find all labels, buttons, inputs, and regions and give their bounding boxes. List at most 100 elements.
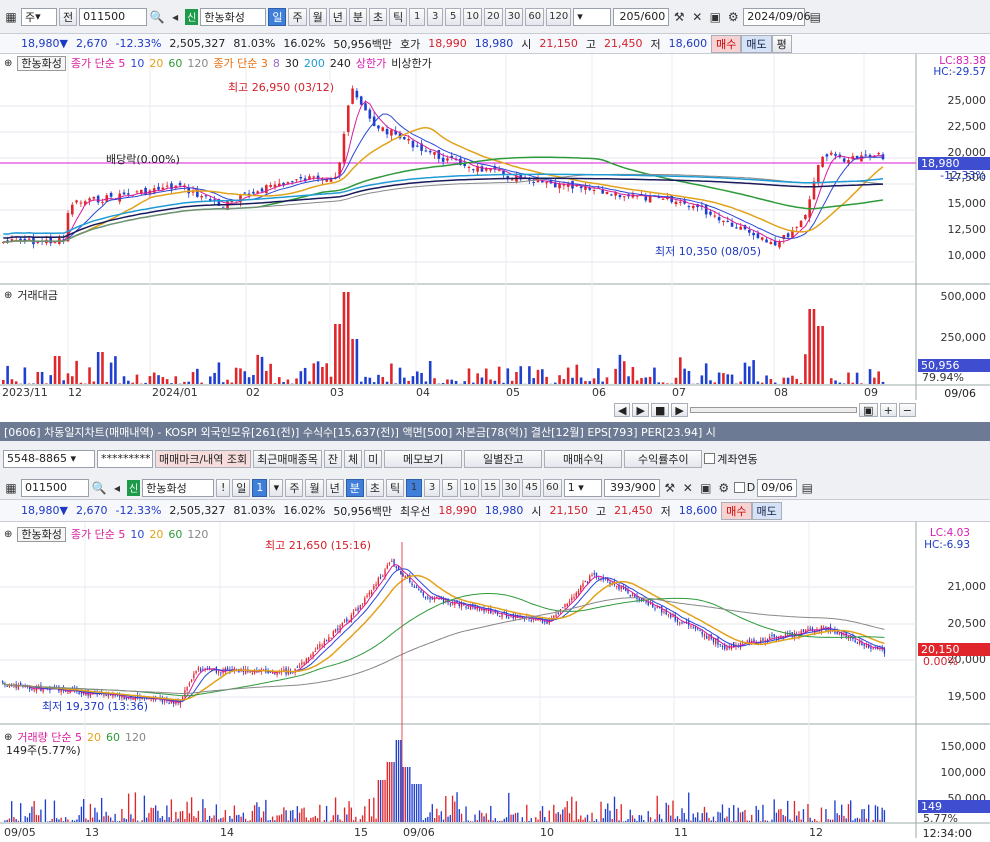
period-tick-tab[interactable]: 틱 bbox=[385, 478, 405, 497]
zoom-in-button[interactable]: + bbox=[879, 403, 897, 417]
volume-bar bbox=[252, 374, 255, 384]
save-icon[interactable]: ▣ bbox=[698, 479, 714, 497]
count-input[interactable]: 205/600 bbox=[613, 7, 670, 26]
legend-stock-name[interactable]: 한농화성 bbox=[17, 55, 66, 71]
account-select[interactable]: 5548-8865 ▾ bbox=[3, 449, 95, 468]
interval-10[interactable]: 10 bbox=[460, 478, 479, 497]
open-price: 21,150 bbox=[539, 37, 578, 50]
buy-button[interactable]: 매수 bbox=[721, 501, 752, 520]
interval-30[interactable]: 30 bbox=[504, 7, 524, 26]
interval-30[interactable]: 30 bbox=[501, 478, 521, 497]
period-year-tab[interactable]: 년 bbox=[328, 7, 347, 26]
filled-button[interactable]: 체 bbox=[344, 449, 363, 468]
speaker-icon[interactable]: ◂ bbox=[109, 479, 125, 497]
crosshair-icon[interactable]: ✕ bbox=[689, 8, 705, 26]
daily-balance-button[interactable]: 일별잔고 bbox=[464, 449, 543, 468]
interval-15[interactable]: 15 bbox=[480, 478, 500, 497]
scroll-right-button[interactable]: ▶ bbox=[671, 403, 688, 417]
interval-10[interactable]: 10 bbox=[463, 7, 482, 26]
scroll-stop-button[interactable]: ■ bbox=[650, 403, 670, 417]
trade-profit-button[interactable]: 매매수익 bbox=[544, 449, 623, 468]
period-minute-tab[interactable]: 분 bbox=[345, 478, 364, 497]
period-second-tab[interactable]: 초 bbox=[368, 7, 388, 26]
interval-5[interactable]: 5 bbox=[445, 7, 462, 26]
period-month-tab[interactable]: 월 bbox=[305, 478, 324, 497]
zoom-out-button[interactable]: − bbox=[898, 403, 916, 417]
interval-20[interactable]: 20 bbox=[483, 7, 503, 26]
interval-1[interactable]: 1 bbox=[409, 7, 426, 26]
password-input[interactable]: ********* bbox=[97, 449, 153, 468]
period-day-tab[interactable]: 일 bbox=[268, 7, 287, 26]
alert-button[interactable]: ! bbox=[216, 478, 231, 497]
period-year-tab[interactable]: 년 bbox=[325, 478, 344, 497]
sell-button[interactable]: 매도 bbox=[741, 34, 772, 53]
period-week-tab[interactable]: 주 bbox=[288, 7, 307, 26]
interval-45[interactable]: 45 bbox=[522, 478, 542, 497]
candle bbox=[704, 204, 708, 215]
calendar-icon[interactable]: ▤ bbox=[807, 8, 823, 26]
market-select[interactable]: 주 ▾ bbox=[21, 7, 57, 26]
period-week-tab[interactable]: 주 bbox=[285, 478, 304, 497]
bottom-chart[interactable]: ⊕ 한농화성 종가 단순 5 10 20 60 120 최고 21,650 (1… bbox=[0, 522, 990, 842]
gear-icon[interactable]: ⚙ bbox=[716, 479, 732, 497]
interval-60[interactable]: 60 bbox=[543, 478, 562, 497]
stock-name-field[interactable]: 한농화성 bbox=[142, 478, 215, 497]
market-all-button[interactable]: 전 bbox=[59, 7, 78, 26]
count-input[interactable]: 393/900 bbox=[603, 478, 660, 497]
gear-icon[interactable]: ⚙ bbox=[725, 8, 741, 26]
unfilled-button[interactable]: 미 bbox=[364, 449, 383, 468]
eval-button[interactable]: 평 bbox=[771, 34, 792, 53]
period-dropdown[interactable]: ▾ bbox=[269, 478, 284, 497]
memo-button[interactable]: 메모보기 bbox=[384, 449, 463, 468]
interval-120[interactable]: 120 bbox=[546, 7, 572, 26]
stock-name-field[interactable]: 한농화성 bbox=[200, 7, 267, 26]
search-icon[interactable]: 🔍 bbox=[91, 479, 107, 497]
zoom-reset-button[interactable]: ▣ bbox=[859, 403, 878, 417]
legend-stock-name[interactable]: 한농화성 bbox=[17, 526, 66, 542]
grid-icon[interactable]: ▦ bbox=[3, 8, 19, 26]
scroll-left-button[interactable]: ◀ bbox=[614, 403, 631, 417]
date-input[interactable]: 09/06 bbox=[757, 478, 798, 497]
scroll-play-button[interactable]: ▶ bbox=[632, 403, 649, 417]
search-icon[interactable]: 🔍 bbox=[149, 8, 165, 26]
period-num[interactable]: 1 bbox=[252, 478, 268, 497]
sell-button[interactable]: 매도 bbox=[751, 501, 782, 520]
candle bbox=[60, 689, 62, 693]
date-checkbox[interactable] bbox=[733, 482, 745, 493]
custom-interval-select[interactable]: ▾ bbox=[573, 7, 612, 26]
period-second-tab[interactable]: 초 bbox=[365, 478, 384, 497]
volume-bar bbox=[188, 813, 191, 822]
stock-code-input[interactable]: 011500 bbox=[79, 7, 148, 26]
period-minute-tab[interactable]: 분 bbox=[348, 7, 367, 26]
interval-1[interactable]: 1 bbox=[406, 478, 423, 497]
grid-icon[interactable]: ▦ bbox=[3, 479, 19, 497]
period-tick-tab[interactable]: 틱 bbox=[389, 7, 408, 26]
date-input[interactable]: 2024/09/06 bbox=[743, 7, 811, 26]
interval-5[interactable]: 5 bbox=[442, 478, 459, 497]
top-chart[interactable]: ⊕ 한농화성 종가 단순 5 10 20 60 120 종가 단순 3 8 30… bbox=[0, 54, 990, 404]
chart-tool-icon[interactable]: ⚒ bbox=[662, 479, 678, 497]
period-day-tab[interactable]: 일 bbox=[232, 478, 251, 497]
calendar-icon[interactable]: ▤ bbox=[799, 479, 815, 497]
volume-bar bbox=[377, 780, 379, 822]
save-icon[interactable]: ▣ bbox=[707, 8, 723, 26]
interval-60[interactable]: 60 bbox=[525, 7, 545, 26]
account-link-checkbox[interactable] bbox=[704, 453, 716, 464]
volume-bar bbox=[661, 382, 665, 384]
trade-mark-button[interactable]: 매매마크/내역 조회 bbox=[155, 449, 252, 468]
period-month-tab[interactable]: 월 bbox=[308, 7, 327, 26]
profit-trend-button[interactable]: 수익률추이 bbox=[624, 449, 703, 468]
chart-tool-icon[interactable]: ⚒ bbox=[671, 8, 687, 26]
balance-button[interactable]: 잔 bbox=[323, 449, 343, 468]
interval-3[interactable]: 3 bbox=[427, 7, 444, 26]
custom-interval-select[interactable]: 1 ▾ bbox=[563, 478, 602, 497]
candle bbox=[361, 603, 364, 605]
interval-3[interactable]: 3 bbox=[424, 478, 441, 497]
recent-trades-button[interactable]: 최근매매종목 bbox=[253, 449, 322, 468]
candle bbox=[301, 662, 303, 665]
buy-button[interactable]: 매수 bbox=[711, 34, 742, 53]
speaker-icon[interactable]: ◂ bbox=[167, 8, 183, 26]
crosshair-icon[interactable]: ✕ bbox=[680, 479, 696, 497]
zoom-slider[interactable] bbox=[689, 407, 858, 413]
stock-code-input[interactable]: 011500 bbox=[21, 478, 89, 497]
